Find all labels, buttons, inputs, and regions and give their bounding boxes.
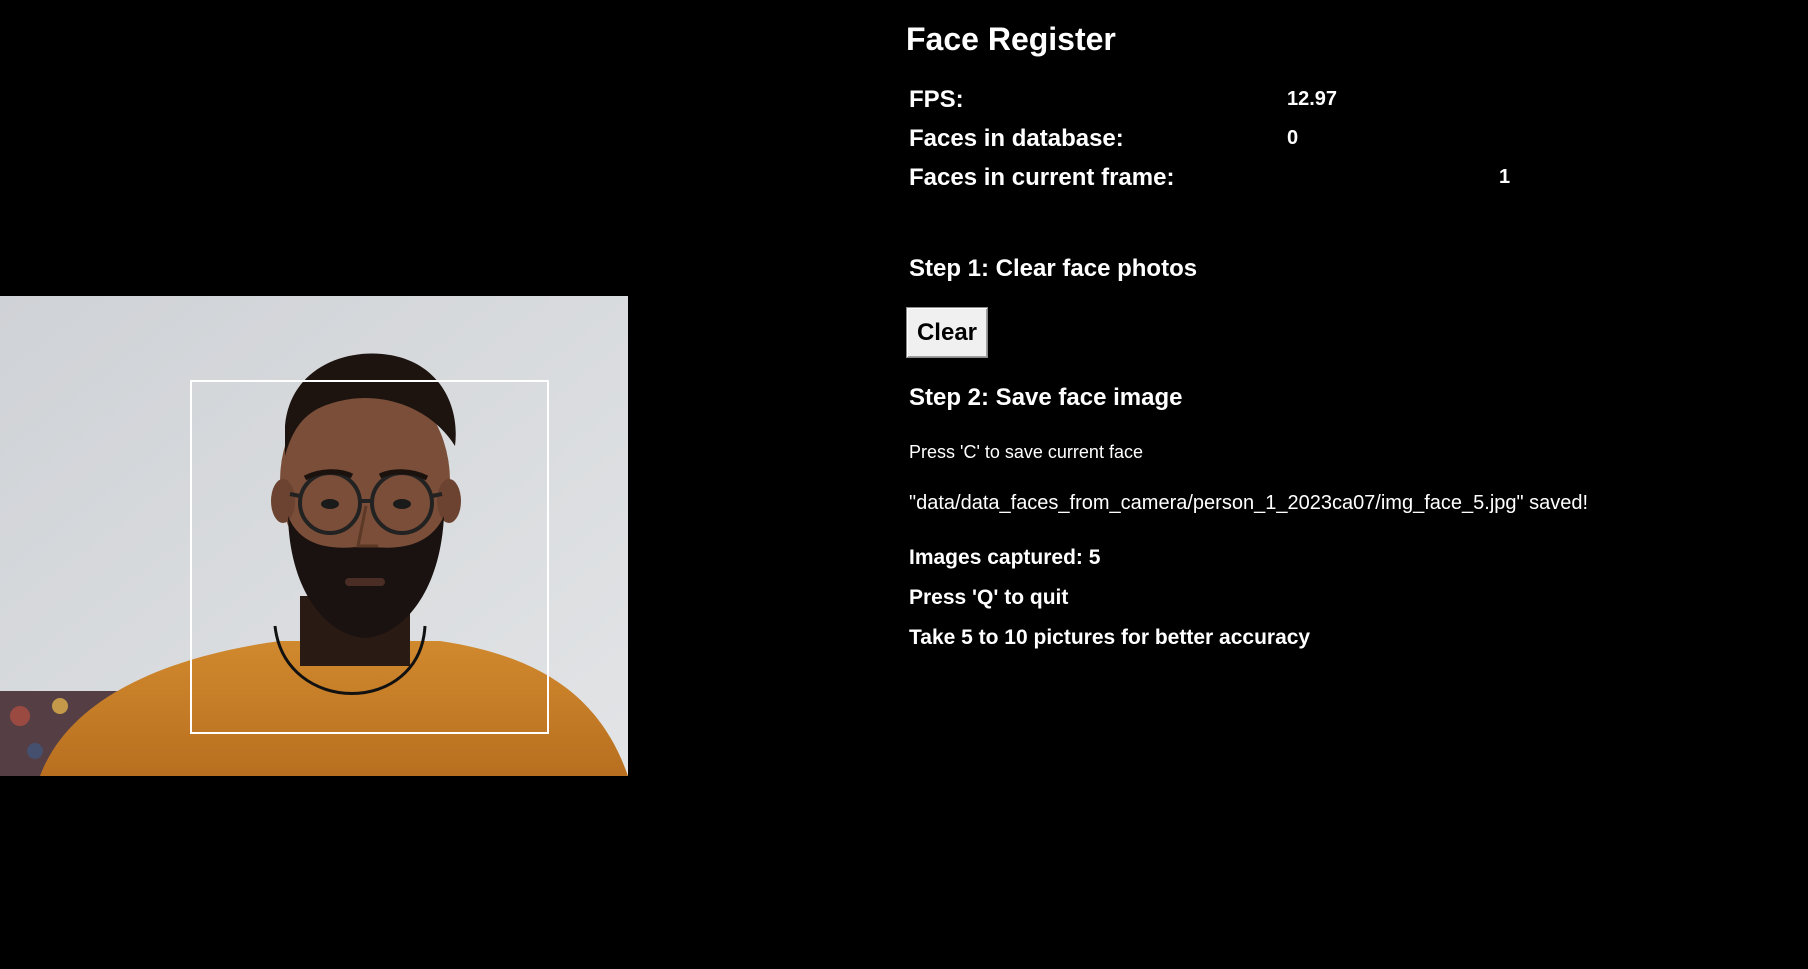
faces-in-database-value: 0 xyxy=(1287,127,1299,149)
face-detection-box xyxy=(190,380,549,734)
step1-heading: Step 1: Clear face photos xyxy=(909,255,1198,282)
faces-in-database-label: Faces in database: xyxy=(909,125,1124,152)
quit-hint: Press 'Q' to quit xyxy=(909,586,1069,609)
camera-feed xyxy=(0,296,628,776)
fps-label: FPS: xyxy=(909,86,964,113)
fps-value: 12.97 xyxy=(1287,88,1338,110)
clear-button[interactable]: Clear xyxy=(906,307,988,358)
save-instruction: Press 'C' to save current face xyxy=(909,442,1143,462)
images-captured: Images captured: 5 xyxy=(909,546,1101,569)
control-panel: Face Register FPS: 12.97 Faces in databa… xyxy=(906,0,1786,969)
saved-message: "data/data_faces_from_camera/person_1_20… xyxy=(909,492,1589,514)
faces-in-frame-value: 1 xyxy=(1499,166,1511,188)
step2-heading: Step 2: Save face image xyxy=(909,384,1183,411)
accuracy-hint: Take 5 to 10 pictures for better accurac… xyxy=(909,626,1311,649)
faces-in-frame-label: Faces in current frame: xyxy=(909,164,1175,191)
page-title: Face Register xyxy=(906,21,1116,57)
